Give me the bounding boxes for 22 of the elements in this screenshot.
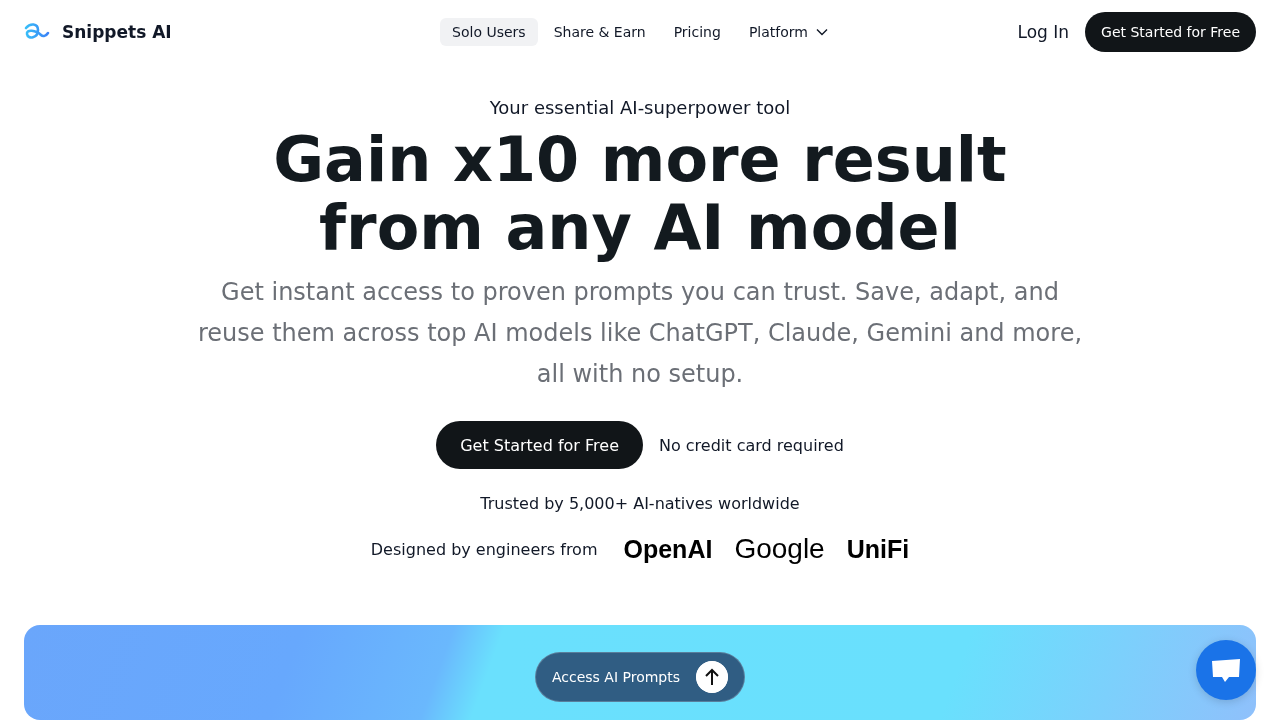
nav-tab[interactable]: Solo Users [440, 18, 538, 46]
arrow-up-icon [696, 661, 729, 693]
company-logo: UniFi [846, 534, 910, 564]
company-logo: Google [734, 533, 825, 565]
nav-tab[interactable]: Platform [736, 18, 840, 46]
headline: from any AI model [318, 194, 962, 262]
no-credit-card-note: No credit card required [658, 435, 844, 455]
company-logo: OpenAI [623, 534, 713, 564]
login-link[interactable]: Log In [1017, 22, 1070, 42]
get-started-button[interactable]: Get Started for Free [436, 421, 643, 469]
nav-tab[interactable]: Pricing [661, 18, 733, 46]
tagline: Your essential AI-superpower tool [489, 97, 791, 118]
get-started-button[interactable]: Get Started for Free [1085, 12, 1256, 52]
brand-name[interactable]: Snippets AI [62, 22, 172, 42]
chat-bubble-icon [1210, 656, 1242, 684]
headline: Gain x10 more result [273, 126, 1007, 194]
hero-subtitle: Get instant access to proven prompts you can trust. Save, adapt, and reuse them across top AI models like ChatGPT, Claude, Gemini and more, all with no setup. [196, 277, 1084, 390]
designed-by-text: Designed by engineers from [370, 539, 598, 559]
trusted-text: Trusted by 5,000+ AI-natives worldwide [480, 494, 800, 513]
nav-tab[interactable]: Share & Earn [541, 18, 658, 46]
access-prompts-button[interactable]: Access AI Prompts [534, 652, 746, 702]
logo-icon [24, 22, 50, 42]
